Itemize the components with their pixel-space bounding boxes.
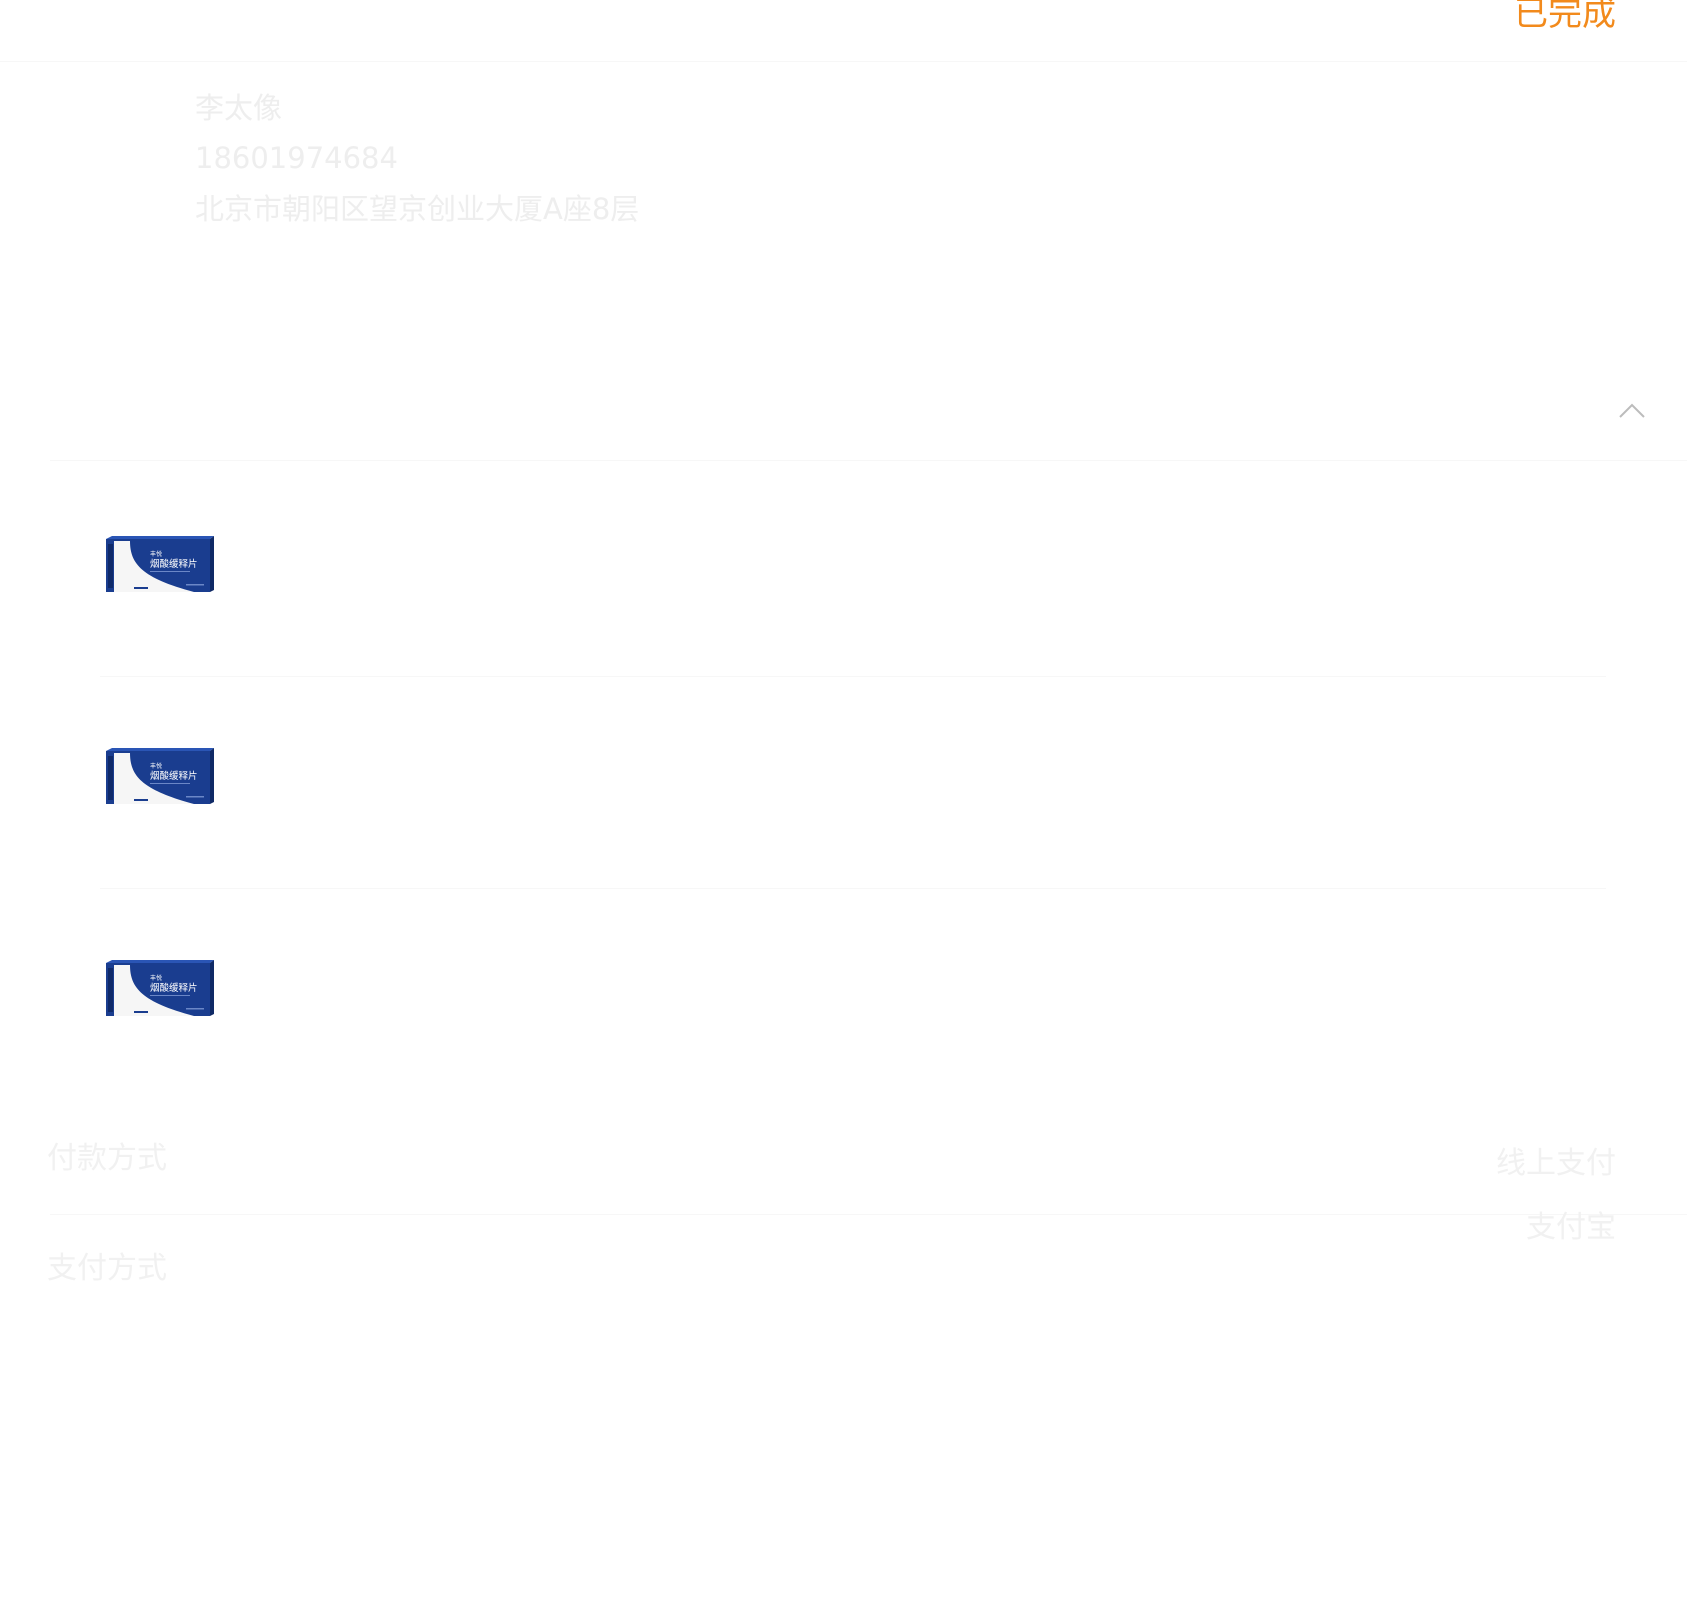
product-item[interactable]: 丰悦 烟酸缓释片 [96, 748, 1598, 959]
chevron-up-icon[interactable] [1617, 400, 1647, 420]
product-brand: 丰悦 [150, 550, 162, 558]
section-divider [50, 460, 1687, 461]
product-divider [100, 888, 1606, 889]
product-name: 烟酸缓释片 [150, 982, 198, 994]
payment-method-label: 付款方式 [47, 1141, 167, 1176]
product-brand: 丰悦 [150, 762, 162, 770]
product-item[interactable]: 丰悦 烟酸缓释片 [96, 536, 1598, 747]
medicine-box-image: 丰悦 烟酸缓释片 [106, 536, 214, 592]
recipient-address: 北京市朝阳区望京创业大厦A座8层 [195, 192, 640, 226]
order-status: 已完成 [1514, 0, 1616, 34]
product-name: 烟酸缓释片 [150, 770, 198, 782]
recipient-phone: 18601974684 [195, 141, 398, 175]
payment-type-label: 支付方式 [47, 1251, 167, 1286]
header-divider [0, 61, 1687, 62]
product-divider [100, 676, 1606, 677]
product-brand: 丰悦 [150, 974, 162, 982]
payment-divider [50, 1214, 1687, 1215]
medicine-box-image: 丰悦 烟酸缓释片 [106, 748, 214, 804]
product-item[interactable]: 丰悦 烟酸缓释片 [96, 960, 1598, 1171]
medicine-box-image: 丰悦 烟酸缓释片 [106, 960, 214, 1016]
product-name: 烟酸缓释片 [150, 558, 198, 570]
payment-method-value: 线上支付 [1496, 1146, 1616, 1181]
recipient-name: 李太像 [195, 91, 283, 125]
payment-type-value: 支付宝 [1526, 1210, 1616, 1245]
